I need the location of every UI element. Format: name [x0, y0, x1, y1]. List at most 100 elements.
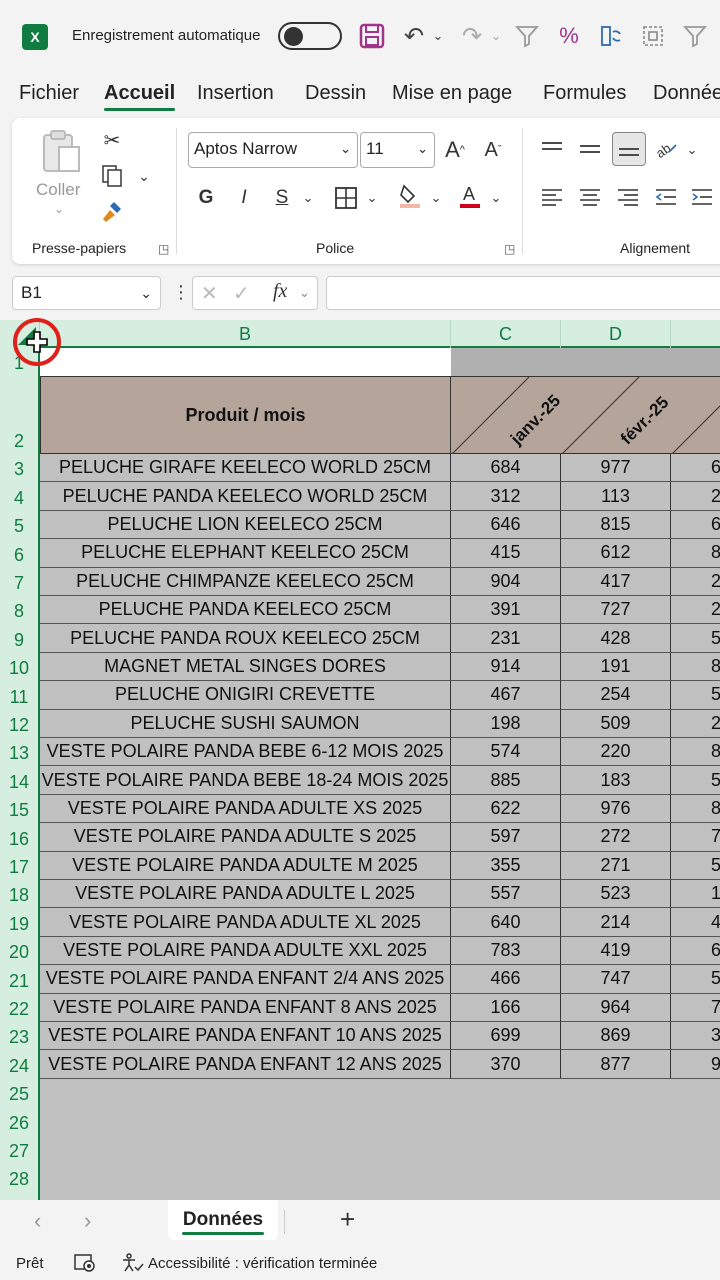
insert-function-button[interactable]: fx	[273, 280, 287, 303]
cell-product[interactable]: VESTE POLAIRE PANDA ENFANT 12 ANS 2025	[40, 1050, 451, 1079]
cell-fevr[interactable]: 877	[561, 1050, 671, 1079]
cell-product[interactable]: PELUCHE PANDA KEELECO 25CM	[40, 596, 451, 625]
cell-mars[interactable]: 3	[671, 1022, 720, 1051]
cell-fevr[interactable]: 747	[561, 965, 671, 994]
cell-janv[interactable]: 914	[451, 652, 561, 682]
bold-button[interactable]: G	[194, 182, 218, 214]
format-clear-icon[interactable]: %	[554, 20, 584, 52]
row-header-6[interactable]: 6	[0, 539, 38, 567]
cell-janv[interactable]: 557	[451, 880, 561, 909]
autosave-toggle[interactable]	[278, 22, 342, 50]
cell-fevr[interactable]: 419	[561, 936, 671, 966]
cell-janv[interactable]: 198	[451, 709, 561, 738]
row-header-12[interactable]: 12	[0, 710, 38, 738]
cell-fevr[interactable]: 183	[561, 766, 671, 795]
accessibility-status[interactable]: Accessibilité : vérification terminée	[148, 1255, 377, 1272]
row-header-14[interactable]: 14	[0, 766, 38, 794]
cell-mars[interactable]: 5	[671, 681, 720, 710]
cell-mars[interactable]: 6	[671, 454, 720, 483]
cell-mars[interactable]: 5	[671, 766, 720, 795]
paste-icon[interactable]	[40, 128, 84, 176]
decrease-font-icon[interactable]: Aˇ	[478, 134, 508, 166]
cell-product[interactable]: PELUCHE PANDA KEELECO WORLD 25CM	[40, 482, 451, 511]
cell-product[interactable]: VESTE POLAIRE PANDA BEBE 18-24 MOIS 2025	[40, 766, 451, 795]
cell-janv[interactable]: 467	[451, 681, 561, 710]
row-header-19[interactable]: 19	[0, 908, 38, 936]
row-header-16[interactable]: 16	[0, 823, 38, 851]
cell-mars[interactable]: 5	[671, 624, 720, 653]
cell-product[interactable]: VESTE POLAIRE PANDA ENFANT 10 ANS 2025	[40, 1022, 451, 1051]
font-size-select[interactable]: 11 ⌄	[360, 132, 435, 168]
select-icon[interactable]	[638, 20, 668, 52]
formula-input[interactable]	[326, 276, 720, 310]
tab-fichier[interactable]: Fichier	[19, 82, 79, 105]
cell-mars[interactable]: 6	[671, 936, 720, 966]
italic-button[interactable]: I	[232, 182, 256, 214]
cell-product[interactable]: VESTE POLAIRE PANDA ADULTE XXL 2025	[40, 936, 451, 966]
cell-mars[interactable]: 8	[671, 539, 720, 568]
cell-janv[interactable]: 646	[451, 510, 561, 540]
cell-product[interactable]: PELUCHE PANDA ROUX KEELECO 25CM	[40, 624, 451, 653]
cell-janv[interactable]: 370	[451, 1050, 561, 1079]
row-header-26[interactable]: 26	[0, 1107, 38, 1135]
orientation-icon[interactable]: ab	[652, 132, 682, 164]
cell-janv[interactable]: 699	[451, 1022, 561, 1051]
header-produit-mois[interactable]: Produit / mois	[40, 376, 451, 454]
font-color-icon[interactable]: A	[456, 180, 484, 212]
cell-janv[interactable]: 885	[451, 766, 561, 795]
cell-fevr[interactable]: 417	[561, 567, 671, 596]
font-color-dropdown-icon[interactable]: ⌄	[488, 184, 504, 212]
increase-font-icon[interactable]: A ^	[440, 134, 470, 166]
align-top-icon[interactable]	[538, 134, 566, 164]
cell-mars[interactable]: 2	[671, 596, 720, 625]
borders-dropdown-icon[interactable]: ⌄	[364, 184, 380, 212]
cell-mars[interactable]: 7	[671, 993, 720, 1022]
row-header-8[interactable]: 8	[0, 596, 38, 624]
cell-product[interactable]: PELUCHE ONIGIRI CREVETTE	[40, 681, 451, 710]
row-header-22[interactable]: 22	[0, 994, 38, 1022]
sheet-tab-donnees[interactable]: Données	[168, 1200, 278, 1240]
cell-c1[interactable]	[451, 348, 720, 376]
cell-product[interactable]: PELUCHE LION KEELECO 25CM	[40, 510, 451, 540]
cell-fevr[interactable]: 272	[561, 823, 671, 852]
more-icon[interactable]	[680, 20, 710, 52]
accessibility-icon[interactable]	[120, 1253, 144, 1277]
row-header-18[interactable]: 18	[0, 880, 38, 908]
row-header-15[interactable]: 15	[0, 795, 38, 823]
cell-product[interactable]: MAGNET METAL SINGES DORES	[40, 652, 451, 682]
cell-fevr[interactable]: 612	[561, 539, 671, 568]
row-header-11[interactable]: 11	[0, 681, 38, 709]
paste-dropdown-icon[interactable]: ⌄	[54, 202, 64, 216]
cell-fevr[interactable]: 254	[561, 681, 671, 710]
cell-mars[interactable]: 1	[671, 880, 720, 909]
cell-janv[interactable]: 904	[451, 567, 561, 596]
cell-product[interactable]: VESTE POLAIRE PANDA ENFANT 2/4 ANS 2025	[40, 965, 451, 994]
cell-janv[interactable]: 391	[451, 596, 561, 625]
cell-janv[interactable]: 640	[451, 908, 561, 937]
cell-janv[interactable]: 574	[451, 738, 561, 767]
cell-janv[interactable]: 312	[451, 482, 561, 511]
column-header-c[interactable]: C	[451, 320, 561, 348]
cell-product[interactable]: VESTE POLAIRE PANDA BEBE 6-12 MOIS 2025	[40, 738, 451, 767]
row-header-25[interactable]: 25	[0, 1079, 38, 1107]
cell-product[interactable]: VESTE POLAIRE PANDA ENFANT 8 ANS 2025	[40, 993, 451, 1022]
row-header-23[interactable]: 23	[0, 1022, 38, 1050]
underline-button[interactable]: S	[270, 182, 294, 214]
tab-formules[interactable]: Formules	[543, 82, 626, 105]
paste-label[interactable]: Coller	[36, 180, 80, 200]
borders-icon[interactable]	[332, 182, 360, 214]
cell-fevr[interactable]: 428	[561, 624, 671, 653]
row-header-13[interactable]: 13	[0, 738, 38, 766]
align-center-icon[interactable]	[576, 182, 604, 212]
cell-mars[interactable]: 4	[671, 908, 720, 937]
cancel-icon[interactable]: ✕	[201, 281, 218, 306]
cell-mars[interactable]: 6	[671, 510, 720, 540]
cell-janv[interactable]: 684	[451, 454, 561, 483]
column-header-b[interactable]: B	[40, 320, 451, 348]
row-header-5[interactable]: 5	[0, 511, 38, 539]
cell-mars[interactable]: 2	[671, 709, 720, 738]
cell-fevr[interactable]: 727	[561, 596, 671, 625]
cell-product[interactable]: PELUCHE GIRAFE KEELECO WORLD 25CM	[40, 454, 451, 483]
refresh-icon[interactable]	[596, 20, 626, 52]
cell-b1[interactable]	[40, 348, 451, 376]
